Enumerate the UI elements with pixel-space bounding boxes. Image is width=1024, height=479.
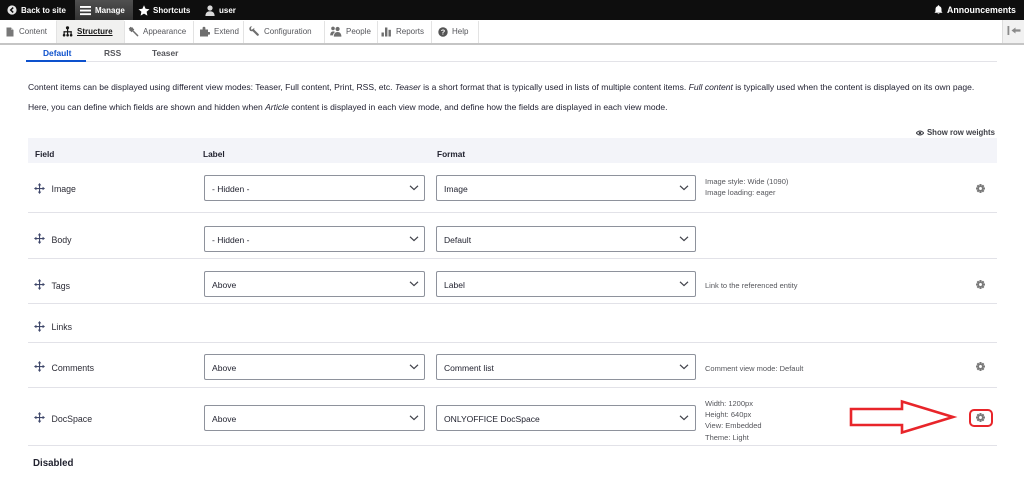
- svg-text:?: ?: [441, 27, 446, 36]
